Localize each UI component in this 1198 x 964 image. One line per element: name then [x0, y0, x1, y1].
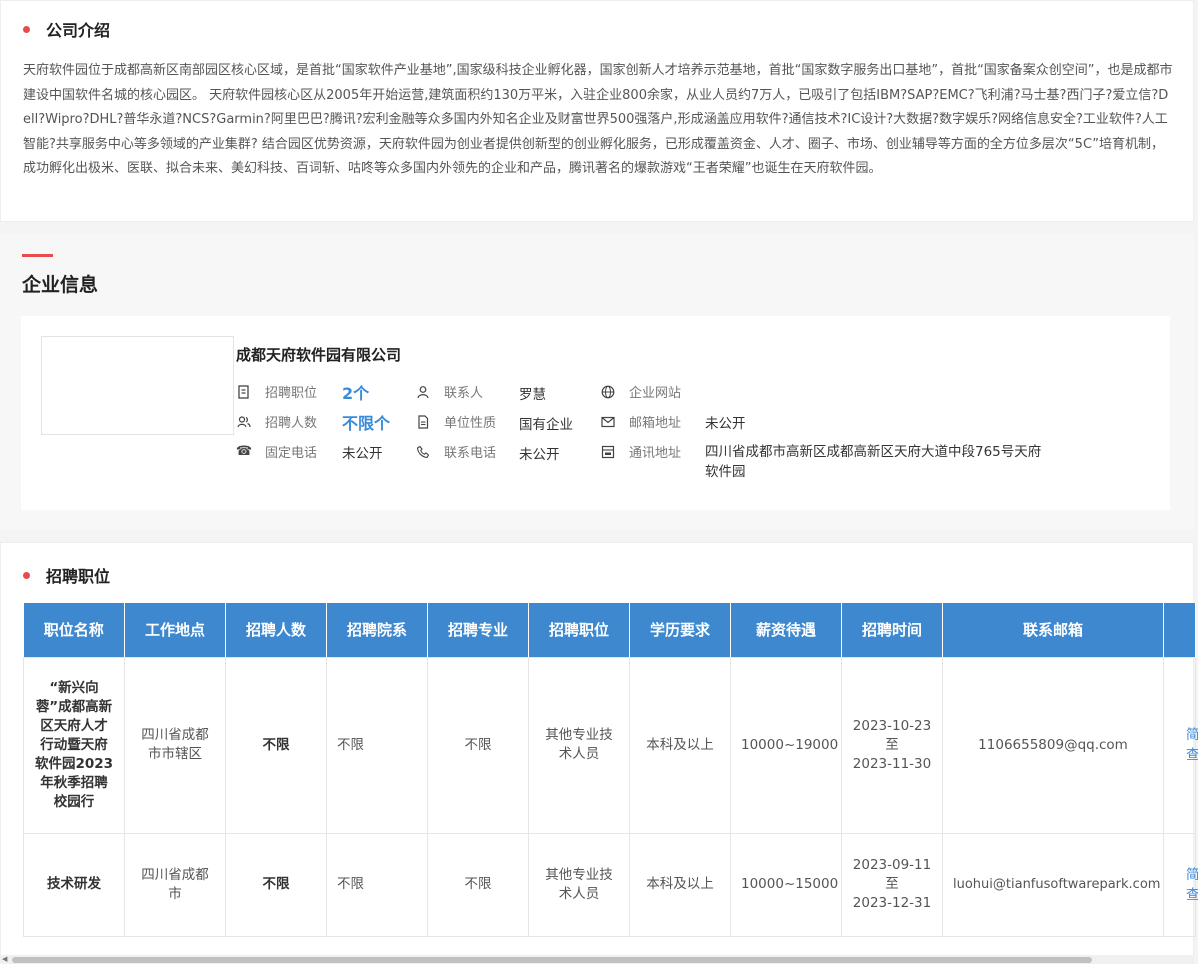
- contact-phone-value: 未公开: [519, 447, 560, 463]
- job-position-cell: 其他专业技术人员: [528, 656, 630, 834]
- company-logo: [41, 336, 234, 435]
- job-major-cell: 不限: [427, 656, 529, 834]
- col-header: 招聘时间: [841, 603, 943, 657]
- col-header: 招聘人数: [225, 603, 327, 657]
- time-end: 2023-12-31: [852, 895, 932, 911]
- job-count-cell: 不限: [225, 832, 327, 937]
- jobs-count-value: 2个: [342, 384, 370, 403]
- job-action-link[interactable]: 简查: [1163, 832, 1198, 937]
- col-header: 招聘专业: [427, 603, 529, 657]
- col-header: 工作地点: [124, 603, 226, 657]
- website-field: 企业网站: [600, 382, 681, 401]
- contact-value: 罗慧: [519, 387, 546, 403]
- job-name-cell: “新兴向蓉”成都高新区天府人才行动暨天府软件园2023年秋季招聘校园行: [23, 656, 125, 834]
- contact-phone-field: 联系电话: [415, 442, 496, 461]
- phone-handset-icon: [415, 444, 431, 460]
- contact-phone-label: 联系电话: [444, 446, 497, 461]
- intro-section-title: 公司介绍: [23, 17, 110, 41]
- scrollbar-thumb[interactable]: [12, 957, 1092, 963]
- job-location-cell: 四川省成都市市辖区: [124, 656, 226, 834]
- job-education-cell: 本科及以上: [629, 832, 731, 937]
- horizontal-scrollbar[interactable]: ◀: [0, 955, 1194, 964]
- headcount-label: 招聘人数: [265, 416, 318, 431]
- telephone-icon: ☎: [235, 444, 253, 459]
- time-start: 2023-10-23: [852, 717, 932, 734]
- email-field: 邮箱地址: [600, 412, 681, 431]
- job-positions-panel: 招聘职位 职位名称 工作地点 招聘人数 招聘院系 招聘专业 招聘职位 学历要求 …: [0, 542, 1198, 964]
- time-start: 2023-09-11: [852, 857, 932, 873]
- enterprise-heading: 企业信息: [22, 274, 99, 296]
- job-salary-cell: 10000~15000: [730, 832, 842, 937]
- intro-title: 公司介绍: [46, 21, 111, 40]
- enterprise-info-section: 企业信息 成都天府软件园有限公司 招聘职位 2个 招聘人数 不限个 ☎ 固定电话…: [0, 234, 1194, 530]
- table-row: “新兴向蓉”成都高新区天府人才行动暨天府软件园2023年秋季招聘校园行 四川省成…: [23, 656, 1198, 834]
- job-time-cell: 2023-09-11 至 2023-12-31: [841, 832, 943, 937]
- globe-icon: [600, 384, 616, 400]
- table-header-row: 职位名称 工作地点 招聘人数 招聘院系 招聘专业 招聘职位 学历要求 薪资待遇 …: [23, 603, 1196, 657]
- contact-field: 联系人: [415, 382, 483, 401]
- job-location-cell: 四川省成都市: [124, 832, 226, 937]
- col-header: 薪资待遇: [730, 603, 842, 657]
- col-header: 招聘职位: [528, 603, 630, 657]
- address-field: 通讯地址: [600, 442, 681, 461]
- table-row: 技术研发 四川省成都市 不限 不限 不限 其他专业技术人员 本科及以上 1000…: [23, 832, 1198, 937]
- company-intro-panel: 公司介绍 天府软件园位于成都高新区南部园区核心区域，是首批“国家软件产业基地”,…: [0, 0, 1194, 222]
- people-icon: [236, 414, 252, 430]
- job-time-cell: 2023-10-23 至 2023-11-30: [841, 656, 943, 834]
- headcount-value: 不限个: [342, 414, 391, 433]
- envelope-icon: [600, 414, 616, 430]
- job-dept-cell: 不限: [326, 832, 428, 937]
- job-email-cell: 1106655809@qq.com: [942, 656, 1164, 834]
- job-count-cell: 不限: [225, 656, 327, 834]
- landline-label: 固定电话: [265, 446, 318, 461]
- contact-label: 联系人: [444, 386, 484, 401]
- col-header: 职位名称: [23, 603, 125, 657]
- heading-accent-bar: [22, 254, 53, 257]
- time-end: 2023-11-30: [852, 755, 932, 772]
- scroll-left-icon[interactable]: ◀: [2, 955, 7, 963]
- address-label: 通讯地址: [629, 446, 682, 461]
- job-dept-cell: 不限: [326, 656, 428, 834]
- job-major-cell: 不限: [427, 832, 529, 937]
- address-value: 四川省成都市高新区成都高新区天府大道中段765号天府软件园: [705, 444, 1042, 480]
- bullet-dot-icon: [23, 25, 30, 33]
- company-name: 成都天府软件园有限公司: [236, 346, 402, 364]
- col-header: [1163, 603, 1196, 657]
- jobs-section-title: 招聘职位: [23, 563, 110, 587]
- unit-nature-label: 单位性质: [444, 416, 497, 431]
- document-list-icon: [236, 384, 252, 400]
- website-label: 企业网站: [629, 386, 682, 401]
- user-icon: [415, 384, 431, 400]
- job-salary-cell: 10000~19000: [730, 656, 842, 834]
- unit-nature-field: 单位性质: [415, 412, 496, 431]
- col-header: 学历要求: [629, 603, 731, 657]
- enterprise-card: 成都天府软件园有限公司 招聘职位 2个 招聘人数 不限个 ☎ 固定电话 未公开: [21, 316, 1170, 510]
- bullet-dot-icon: [23, 571, 30, 579]
- job-name-cell: 技术研发: [23, 832, 125, 937]
- unit-nature-value: 国有企业: [519, 417, 573, 433]
- address-card-icon: [600, 444, 616, 460]
- time-to: 至: [885, 736, 899, 753]
- col-header: 招聘院系: [326, 603, 428, 657]
- jobs-count-label: 招聘职位: [265, 386, 318, 401]
- jobs-title: 招聘职位: [46, 567, 111, 586]
- email-label: 邮箱地址: [629, 416, 682, 431]
- col-header: 联系邮箱: [942, 603, 1164, 657]
- landline-field: ☎ 固定电话: [236, 442, 317, 461]
- job-table: 职位名称 工作地点 招聘人数 招聘院系 招聘专业 招聘职位 学历要求 薪资待遇 …: [23, 603, 1198, 937]
- landline-value: 未公开: [342, 446, 383, 462]
- job-email-cell: luohui@tianfusoftwarepark.com: [942, 832, 1164, 937]
- document-icon: [415, 414, 431, 430]
- headcount-field: 招聘人数: [236, 412, 317, 431]
- jobs-count-field: 招聘职位: [236, 382, 317, 401]
- intro-text: 天府软件园位于成都高新区南部园区核心区域，是首批“国家软件产业基地”,国家级科技…: [23, 63, 1173, 176]
- job-education-cell: 本科及以上: [629, 656, 731, 834]
- email-value: 未公开: [705, 416, 746, 432]
- job-action-link[interactable]: 简查: [1163, 656, 1198, 834]
- time-to: 至: [885, 876, 899, 892]
- job-position-cell: 其他专业技术人员: [528, 832, 630, 937]
